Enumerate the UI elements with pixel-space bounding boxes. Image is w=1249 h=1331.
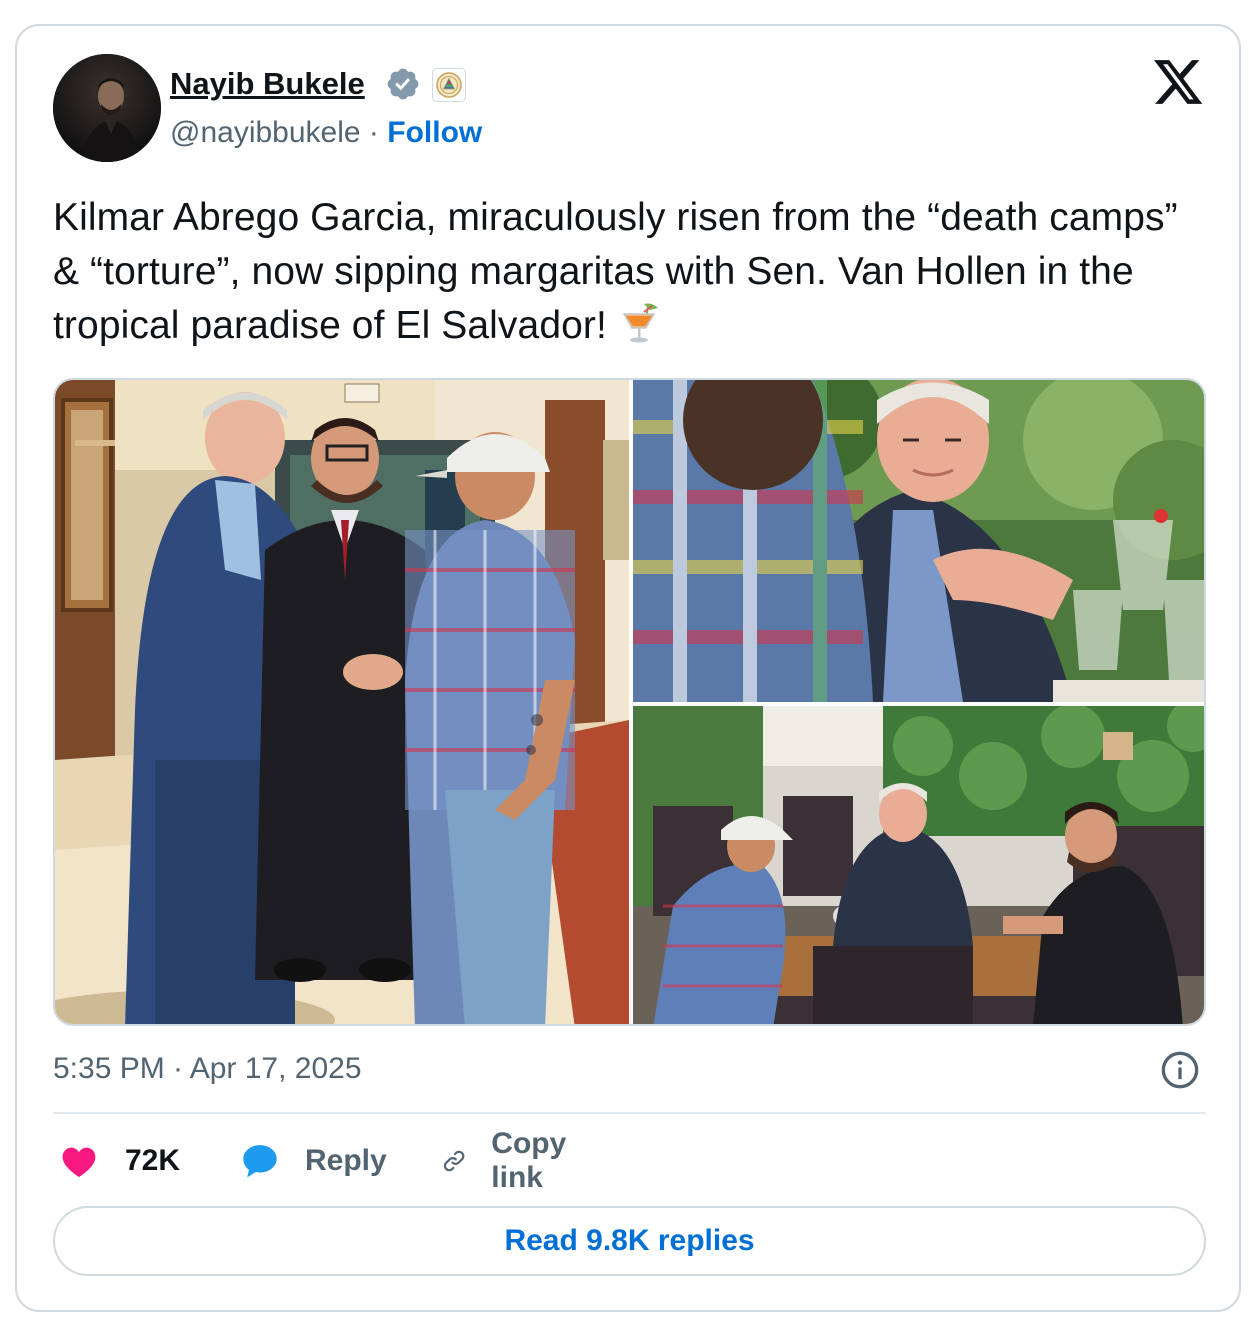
handle-separator: · bbox=[368, 116, 379, 149]
divider bbox=[53, 1112, 1206, 1114]
copy-link-button[interactable]: Copy link bbox=[441, 1127, 580, 1194]
read-replies-button[interactable]: Read 9.8K replies bbox=[53, 1206, 1206, 1276]
copy-link-label: Copy link bbox=[491, 1127, 567, 1194]
link-icon bbox=[443, 1150, 465, 1172]
info-icon[interactable] bbox=[1160, 1050, 1200, 1090]
read-replies-label: Read 9.8K replies bbox=[504, 1224, 755, 1257]
tropical-drink-icon bbox=[618, 300, 664, 346]
tweet-card: Nayib Bukele @nayibbukele · Follow Kilma… bbox=[15, 24, 1241, 1312]
photo-restaurant-table-meeting[interactable] bbox=[633, 706, 1204, 1024]
like-count: 72K bbox=[125, 1144, 181, 1177]
tweet-timestamp[interactable]: 5:35 PM · Apr 17, 2025 bbox=[53, 1052, 362, 1086]
reply-button[interactable]: Reply bbox=[239, 1136, 387, 1186]
x-logo-icon[interactable] bbox=[1154, 60, 1204, 106]
handle-row: @nayibbukele · Follow bbox=[170, 116, 482, 150]
author-handle[interactable]: @nayibbukele bbox=[170, 116, 361, 149]
tweet-text: Kilmar Abrego Garcia, miraculously risen… bbox=[53, 191, 1213, 353]
photo-closeup-senator-at-table[interactable] bbox=[633, 380, 1204, 702]
speech-bubble-icon bbox=[243, 1145, 277, 1178]
like-button[interactable]: 72K bbox=[59, 1136, 180, 1186]
reply-label: Reply bbox=[305, 1144, 387, 1177]
el-salvador-seal-icon[interactable] bbox=[432, 68, 466, 102]
verified-badge-icon bbox=[387, 68, 419, 100]
media-grid[interactable] bbox=[53, 378, 1206, 1026]
heart-icon bbox=[62, 1147, 96, 1177]
tweet-text-body: Kilmar Abrego Garcia, miraculously risen… bbox=[53, 196, 1178, 347]
photo-handshake-hotel-lobby[interactable] bbox=[55, 380, 629, 1024]
follow-link[interactable]: Follow bbox=[387, 116, 482, 149]
avatar[interactable] bbox=[53, 54, 161, 162]
author-name[interactable]: Nayib Bukele bbox=[170, 66, 365, 102]
